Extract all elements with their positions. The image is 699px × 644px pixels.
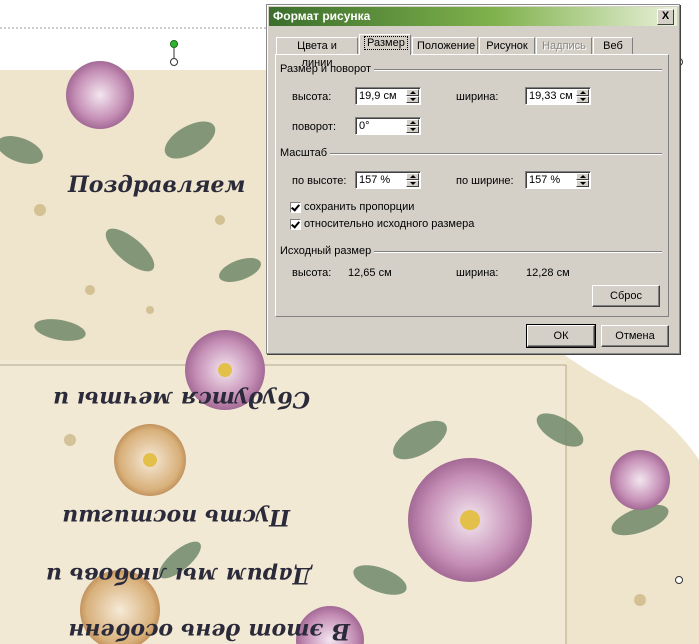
title-bar[interactable]: Формат рисунка X xyxy=(269,7,677,26)
group-divider xyxy=(374,69,662,71)
close-icon: X xyxy=(661,10,670,22)
width-value: 19,33 см xyxy=(529,90,573,102)
ok-button[interactable]: ОК xyxy=(526,324,596,348)
tab-picture[interactable]: Рисунок xyxy=(479,37,535,54)
width-label: ширина: xyxy=(456,91,499,103)
tab-label: Надпись xyxy=(542,40,586,52)
scale-height-value: 157 % xyxy=(359,174,391,186)
tab-label: Размер xyxy=(364,36,408,50)
reset-button[interactable]: Сброс xyxy=(592,285,660,307)
spin-up-button[interactable] xyxy=(406,89,419,96)
spin-up-button[interactable] xyxy=(406,173,419,180)
ok-label: ОК xyxy=(553,330,569,342)
rotation-value: 0° xyxy=(359,120,370,132)
tab-label: Положение xyxy=(417,40,476,52)
rotation-handle[interactable] xyxy=(170,40,178,48)
group-divider xyxy=(330,153,662,155)
rotation-label: поворот: xyxy=(292,121,336,133)
rotation-spinner[interactable]: 0° xyxy=(355,117,421,135)
dialog-title: Формат рисунка xyxy=(273,9,371,23)
scale-height-label: по высоте: xyxy=(292,175,347,187)
original-height-value: 12,65 см xyxy=(348,267,392,279)
relative-original-label[interactable]: относительно исходного размера xyxy=(304,218,474,230)
width-spinner[interactable]: 19,33 см xyxy=(525,87,591,105)
tab-colors-lines[interactable]: Цвета и линии xyxy=(276,37,358,69)
scale-width-label: по ширине: xyxy=(456,175,514,187)
height-label: высота: xyxy=(292,91,332,103)
original-width-value: 12,28 см xyxy=(526,267,570,279)
spin-down-button[interactable] xyxy=(406,96,419,103)
spin-up-button[interactable] xyxy=(576,173,589,180)
reset-label: Сброс xyxy=(610,290,642,302)
spin-up-button[interactable] xyxy=(576,89,589,96)
card-line-2: Сбудутся мечты и xyxy=(53,386,310,412)
group-divider xyxy=(374,251,662,253)
tab-size[interactable]: Размер xyxy=(359,34,411,55)
relative-original-checkbox[interactable] xyxy=(290,219,301,230)
card-line-4: Дарим мы любовь и xyxy=(45,562,312,588)
format-picture-dialog: Формат рисунка X Цвета и линии Размер По… xyxy=(266,4,680,354)
close-button[interactable]: X xyxy=(657,9,674,25)
spin-down-button[interactable] xyxy=(406,126,419,133)
scale-height-spinner[interactable]: 157 % xyxy=(355,171,421,189)
tab-label: Рисунок xyxy=(486,40,528,52)
card-line-1: Поздравляем xyxy=(68,172,246,198)
original-height-label: высота: xyxy=(292,267,332,279)
spin-up-button[interactable] xyxy=(406,119,419,126)
height-spinner[interactable]: 19,9 см xyxy=(355,87,421,105)
tab-web[interactable]: Веб xyxy=(593,37,633,54)
tab-label: Веб xyxy=(603,40,623,52)
tab-text-box: Надпись xyxy=(536,37,592,54)
original-width-label: ширина: xyxy=(456,267,499,279)
size-tab-panel: Размер и поворот высота: 19,9 см ширина:… xyxy=(275,54,669,317)
height-value: 19,9 см xyxy=(359,90,397,102)
resize-handle-right[interactable] xyxy=(675,576,683,584)
cancel-label: Отмена xyxy=(615,330,655,342)
tab-position[interactable]: Положение xyxy=(412,37,478,54)
spin-down-button[interactable] xyxy=(576,180,589,187)
spin-down-button[interactable] xyxy=(406,180,419,187)
spin-down-button[interactable] xyxy=(576,96,589,103)
scale-width-value: 157 % xyxy=(529,174,561,186)
group-scale-title: Масштаб xyxy=(280,147,328,159)
card-line-5: В этот день особенн xyxy=(68,618,350,644)
lock-aspect-label[interactable]: сохранить пропорции xyxy=(304,201,414,213)
lock-aspect-checkbox[interactable] xyxy=(290,202,301,213)
cancel-button[interactable]: Отмена xyxy=(601,325,669,347)
scale-width-spinner[interactable]: 157 % xyxy=(525,171,591,189)
card-line-3: Пусть постигши xyxy=(62,504,290,530)
group-size-rotate-title: Размер и поворот xyxy=(280,63,372,75)
group-original-size-title: Исходный размер xyxy=(280,245,372,257)
resize-handle-top[interactable] xyxy=(170,58,178,66)
